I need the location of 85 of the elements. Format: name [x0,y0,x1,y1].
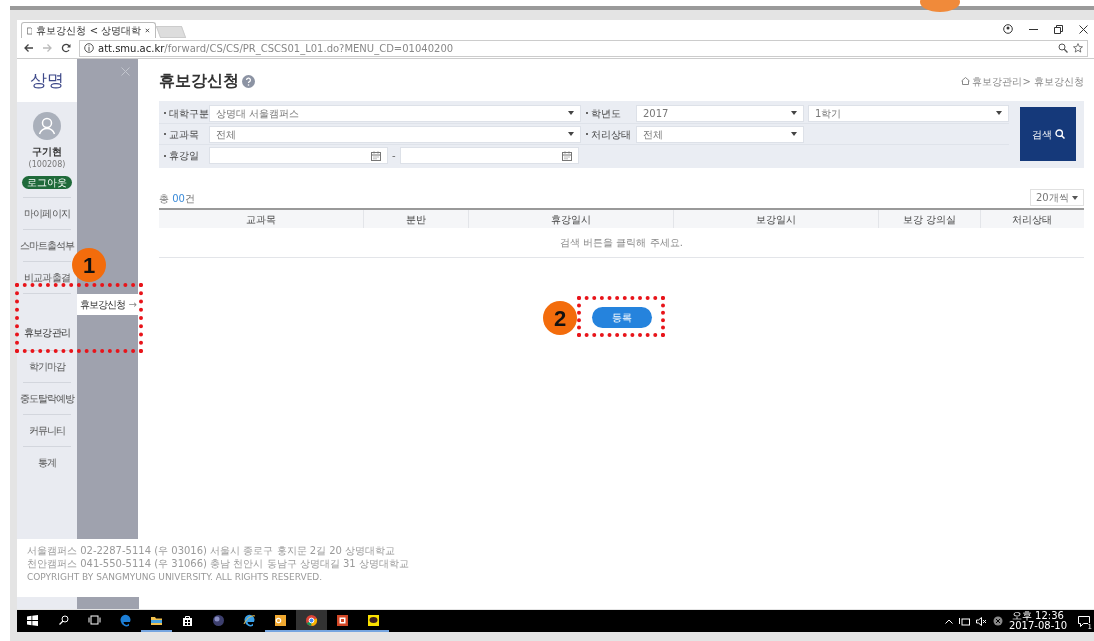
footer-text: 천안캠퍼스 041-550-5114 (우 31066) 충남 천안시 동남구 상명대길 31 상명대학교 [27,558,410,570]
filter-label: 대학구분 [169,106,209,121]
search-button[interactable]: 검색 [1020,107,1076,161]
back-icon[interactable] [23,43,34,53]
column-header: 보강일시 [756,212,796,227]
caret-icon [791,111,797,115]
speaker-muted-icon[interactable] [975,616,987,626]
column-header: 분반 [406,212,426,227]
start-icon[interactable] [27,614,38,626]
column-header: 처리상태 [1012,212,1052,227]
task-view-icon[interactable] [88,615,101,625]
network-icon[interactable] [958,616,970,626]
page-icon [27,25,33,36]
select-field[interactable]: 2017 [636,104,804,122]
filter-label: 휴강일 [169,149,199,163]
submenu-item[interactable]: 휴보강신청 → [77,294,138,315]
status-icon[interactable] [992,616,1003,626]
taskbar-app-button[interactable] [296,610,327,632]
empty-message: 검색 버튼을 클릭해 주세요. [560,236,683,250]
filter-label: 교과목 [169,127,199,142]
address-bar[interactable]: att.smu.ac.kr/forward/CS/CS/PR_CSCS01_L01.do?MENU_CD=01040200 [79,39,1088,57]
select-field[interactable]: 전체 [209,125,581,143]
breadcrumb: 휴보강관리> 휴보강신청 [972,74,1084,89]
caret-icon [791,132,797,136]
select-field[interactable]: 1학기 [808,104,1009,122]
home-icon[interactable] [960,77,970,85]
close-icon[interactable] [145,27,150,34]
browser-icon [243,613,256,627]
globe-icon [212,613,225,627]
menu-item[interactable]: 커뮤니티 [23,414,71,446]
calendar-icon[interactable] [371,150,381,161]
menu-item[interactable]: 통계 [23,446,71,478]
shopping-bag-icon [181,613,194,627]
select-field[interactable]: 상명대 서울캠퍼스 [209,104,581,122]
register-button[interactable]: 등록 [591,307,652,328]
mail-app-icon [274,613,287,627]
arrow-icon: → [128,297,136,312]
reload-icon[interactable] [61,43,71,53]
search-icon [1054,129,1065,139]
menu-item[interactable]: 비교과출결 [23,261,71,293]
filter-label: 학년도 [591,106,621,121]
page-title: 휴보강신청 [159,70,239,92]
column-header: 교과목 [246,212,276,227]
caret-icon [996,111,1002,115]
caret-icon [1072,195,1078,200]
submenu-panel [77,597,139,609]
bookmark-star-icon[interactable] [1073,43,1083,53]
footer-text: 서울캠퍼스 02-2287-5114 (우 03016) 서울시 종로구 홍지문 2길 20 상명대학교 [27,545,397,557]
restore-icon[interactable] [1054,24,1063,34]
caret-icon [568,132,574,136]
info-icon [84,43,94,53]
clock-date: 2017-08-10 [1008,621,1067,631]
column-header: 보강 강의실 [902,212,957,227]
search-icon[interactable] [58,615,69,625]
calendar-icon[interactable] [561,150,572,161]
page-size-select[interactable]: 20개씩 [1030,189,1084,206]
zoom-icon[interactable] [1058,43,1068,53]
user-name: 구기현 [32,145,62,159]
date-field[interactable] [399,147,579,164]
select-field[interactable]: 전체 [636,125,804,143]
footer-text: COPYRIGHT BY SANGMYUNG UNIVERSITY. ALL RIGHTS RESERVED. [27,571,324,583]
browser-tab[interactable]: 휴보강신청 < 상명대학 [21,22,156,38]
avatar-icon [33,112,61,140]
browser-icon [119,613,132,627]
menu-item[interactable]: 학기마감 [23,350,71,382]
logout-button[interactable]: 로그아웃 [22,176,72,189]
total-count: 총 00건 [159,192,195,206]
chat-bubble-icon [367,613,380,627]
range-separator: - [392,149,396,163]
menu-item[interactable]: 휴보강관리 [23,293,71,350]
minimize-icon[interactable] [1029,27,1038,31]
user-id: (100208) [28,159,66,171]
chevron-up-icon[interactable] [944,618,953,624]
menu-item[interactable]: 마이페이지 [23,197,71,229]
close-icon[interactable] [1079,24,1088,34]
caret-icon [568,111,574,115]
date-field[interactable] [209,147,388,164]
clock-time: 오후 12:36 [1011,611,1064,621]
help-icon[interactable] [241,74,255,88]
user-icon[interactable] [1003,24,1013,34]
notification-icon[interactable] [1078,616,1090,627]
filter-label: 처리상태 [591,127,631,142]
browser-icon [305,613,318,627]
slides-app-icon [336,613,349,627]
column-header: 휴강일시 [551,212,591,227]
